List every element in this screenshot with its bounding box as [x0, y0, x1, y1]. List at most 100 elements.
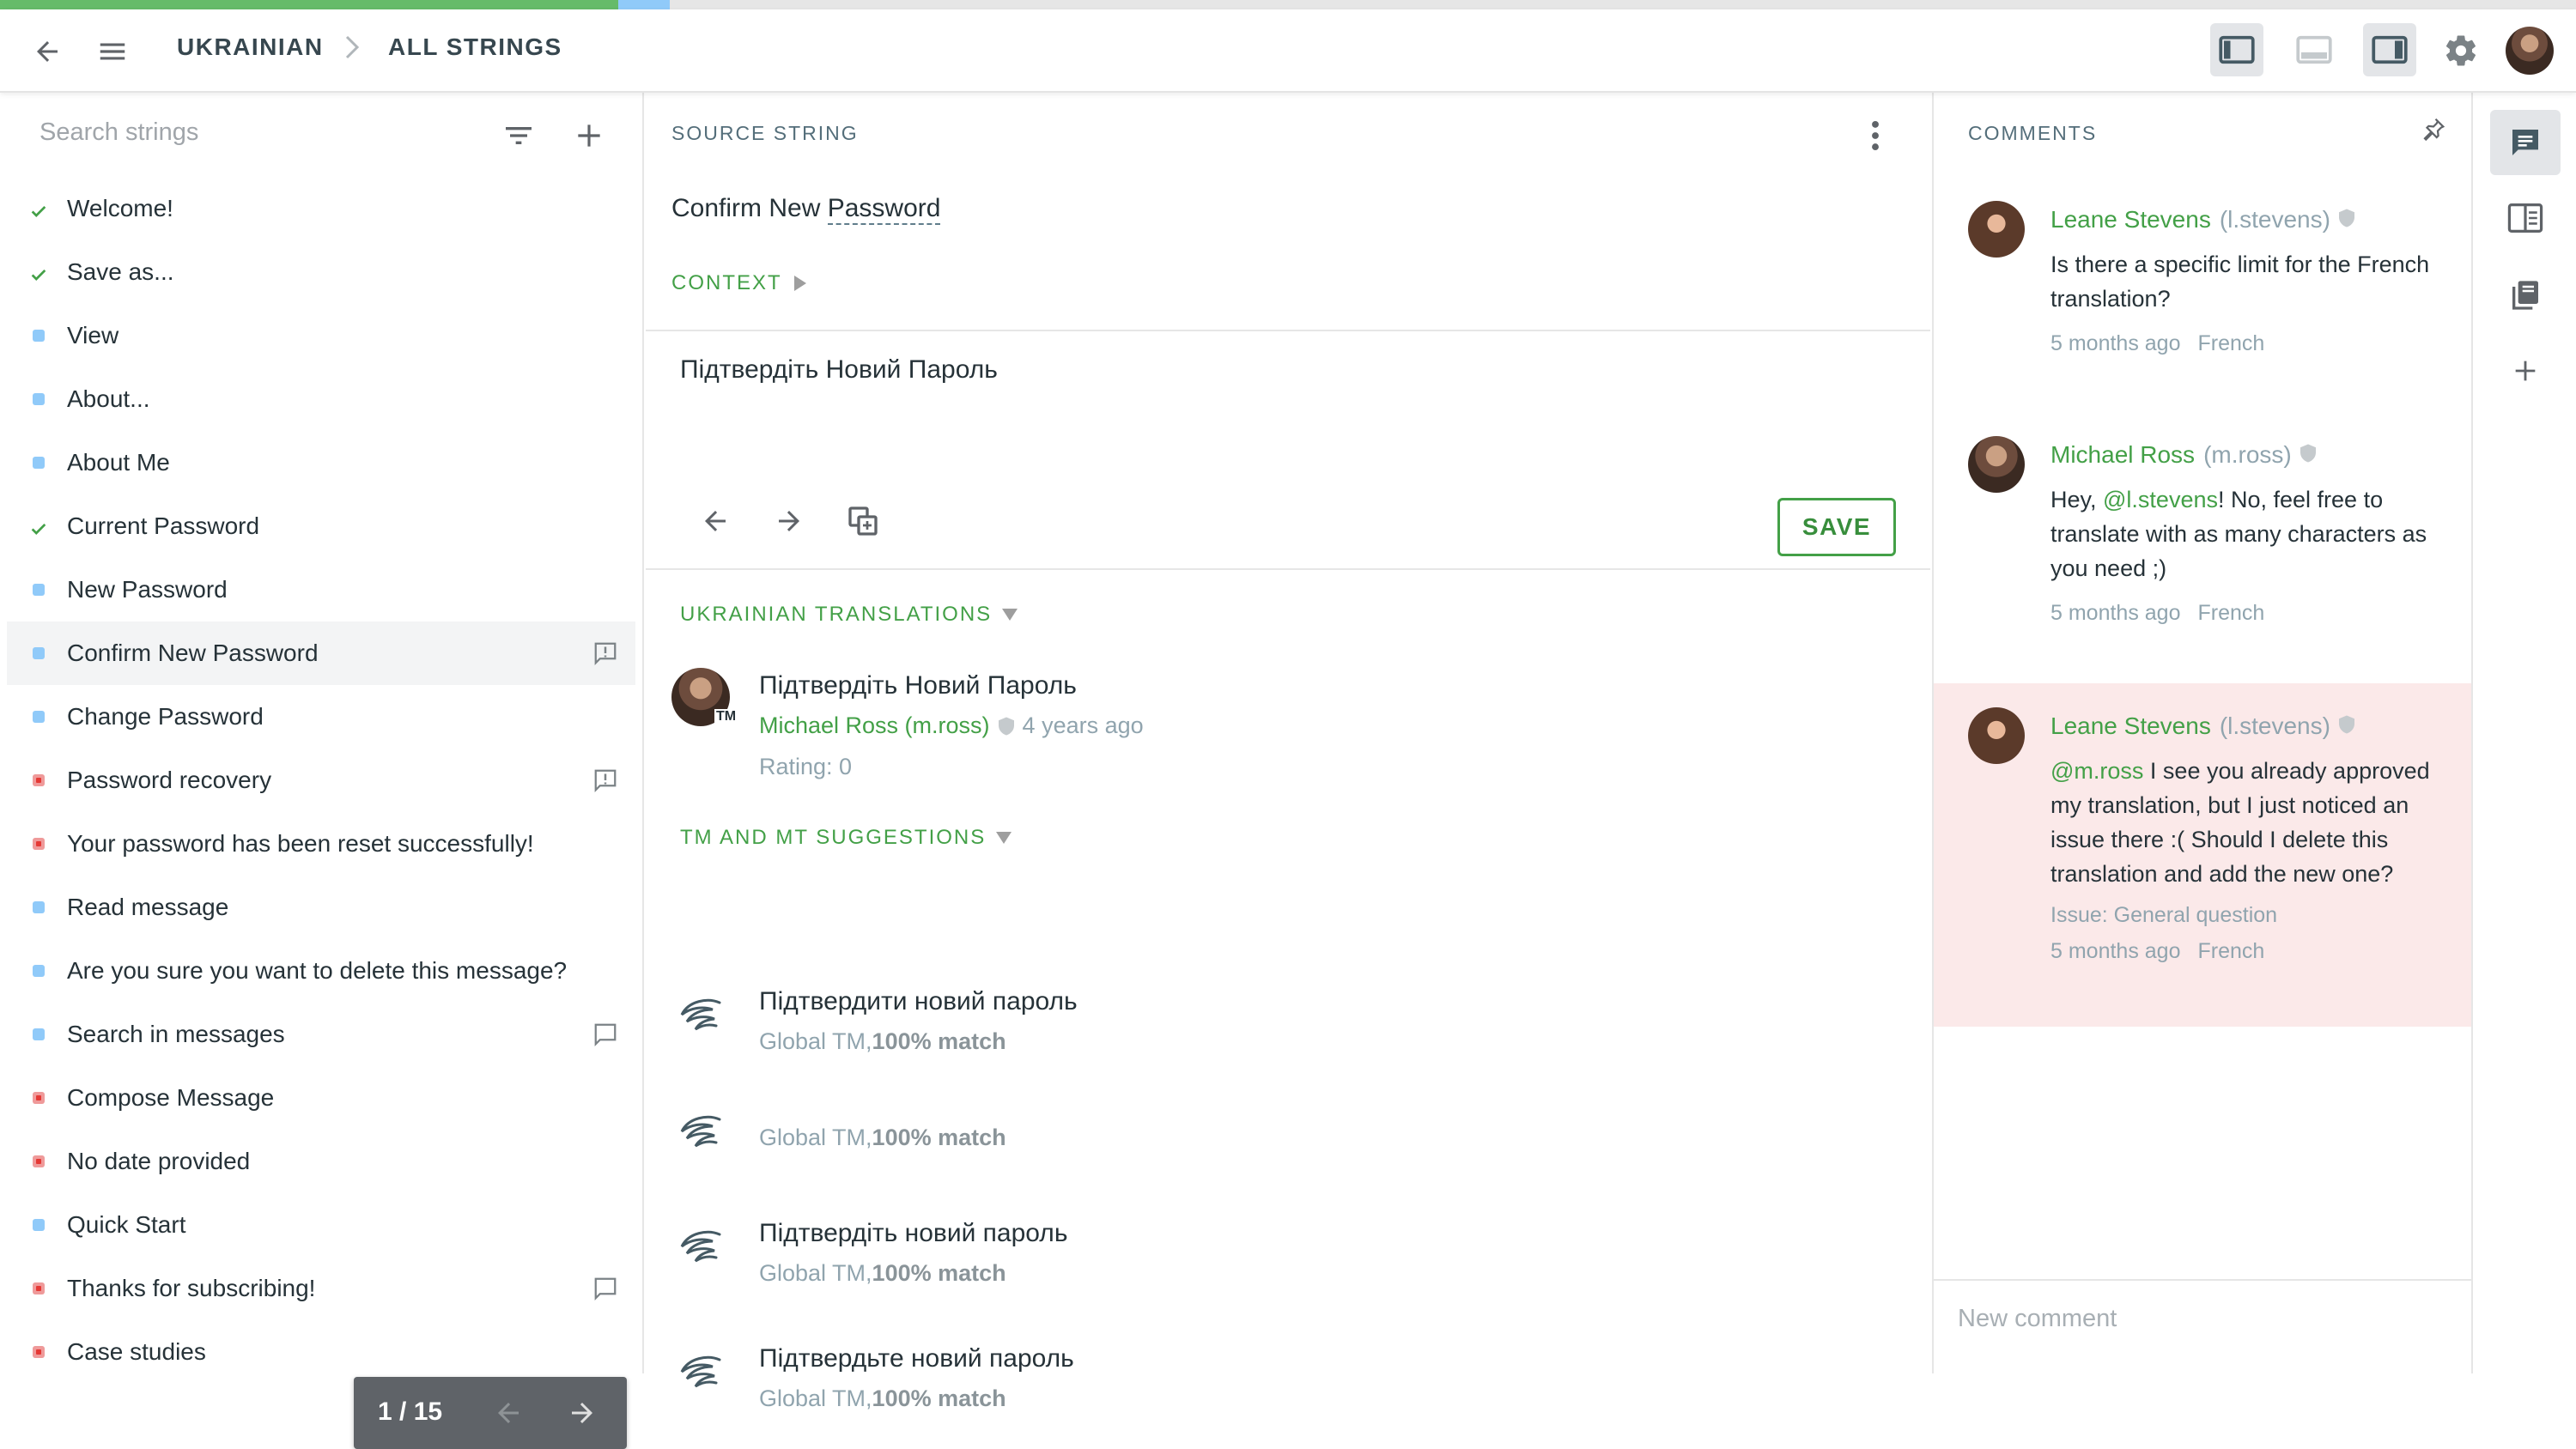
comment-author-login: (l.stevens)	[2219, 712, 2330, 739]
add-icon[interactable]	[2490, 338, 2561, 403]
comment-text: Is there a specific limit for the French…	[2050, 247, 2445, 316]
copy-source-icon[interactable]	[841, 500, 884, 543]
string-list-item[interactable]: New Password	[7, 558, 635, 621]
search-strings-input[interactable]: Search strings	[39, 118, 198, 147]
translations-section-toggle[interactable]: UKRAINIAN TRANSLATIONS	[680, 603, 1018, 627]
string-list-item[interactable]: Welcome!	[7, 177, 635, 240]
untranslated-status-icon	[33, 1092, 45, 1104]
glossary-icon[interactable]	[2490, 185, 2561, 251]
breadcrumb-view[interactable]: ALL STRINGS	[388, 33, 562, 61]
string-list-item-label: Change Password	[67, 703, 264, 730]
tm-source-logo-icon	[677, 1113, 725, 1152]
translation-rating: Rating: 0	[759, 754, 853, 779]
string-list: Welcome! Save as... View About... About Me Cu…	[7, 177, 635, 1384]
glossary-term[interactable]: Password	[827, 194, 941, 225]
layout-left-panel-icon[interactable]	[2210, 23, 2263, 76]
tm-source-logo-icon	[677, 1228, 725, 1267]
string-list-item-label: Compose Message	[67, 1084, 275, 1111]
next-string-icon[interactable]	[768, 500, 811, 543]
tm-source-logo-icon	[677, 996, 725, 1035]
translation-input[interactable]: Підтвердіть Новий Пароль	[680, 355, 1882, 441]
string-list-item-label: Password recovery	[67, 767, 272, 793]
comment-author[interactable]: Leane Stevens (l.stevens)	[2050, 206, 2354, 233]
translation-author[interactable]: Michael Ross (m.ross)	[759, 712, 990, 739]
comments-panel: COMMENTS Leane Stevens (l.stevens) Is ther…	[1932, 93, 2473, 1373]
comments-icon[interactable]	[2490, 110, 2561, 175]
save-button[interactable]: SAVE	[1777, 498, 1896, 556]
string-list-item[interactable]: Thanks for subscribing!	[7, 1257, 635, 1320]
triangle-right-icon	[793, 276, 806, 291]
string-list-item[interactable]: Password recovery	[7, 749, 635, 812]
string-list-item[interactable]: Change Password	[7, 685, 635, 749]
layout-bottom-panel-icon[interactable]	[2287, 23, 2341, 76]
untranslated-status-icon	[33, 1346, 45, 1358]
string-list-item[interactable]: Your password has been reset successfull…	[7, 812, 635, 876]
string-list-item-label: Save as...	[67, 258, 174, 285]
comment-text: Hey, @l.stevens! No, feel free to transl…	[2050, 482, 2445, 585]
divider	[646, 568, 1930, 570]
layout-right-panel-icon[interactable]	[2363, 23, 2416, 76]
add-string-icon[interactable]	[568, 115, 610, 156]
user-avatar[interactable]	[2506, 27, 2554, 75]
new-comment-input[interactable]	[1958, 1305, 2439, 1333]
suggestion-source: Global TM,	[759, 1260, 872, 1286]
suggestion-source: Global TM,	[759, 1385, 872, 1411]
comment-author-avatar	[1968, 436, 2025, 493]
string-list-item[interactable]: Save as...	[7, 240, 635, 304]
suggestions-section-toggle[interactable]: TM AND MT SUGGESTIONS	[680, 826, 1012, 850]
previous-string-icon[interactable]	[694, 500, 737, 543]
side-rail	[2475, 93, 2576, 1373]
comment-icon	[592, 1276, 618, 1307]
string-list-item[interactable]: View	[7, 304, 635, 367]
string-list-item[interactable]: Are you sure you want to delete this mes…	[7, 939, 635, 1003]
translated-status-icon	[33, 647, 45, 659]
string-list-item[interactable]: Read message	[7, 876, 635, 939]
string-list-item[interactable]: Confirm New Password	[7, 621, 635, 685]
comment-author-avatar	[1968, 707, 2025, 764]
string-list-item-label: Read message	[67, 894, 229, 920]
string-list-item[interactable]: About Me	[7, 431, 635, 494]
comment-author[interactable]: Leane Stevens (l.stevens)	[2050, 712, 2354, 740]
unpin-icon[interactable]	[2416, 112, 2451, 146]
approved-check-icon	[29, 517, 48, 536]
translated-status-icon	[33, 393, 45, 405]
pager-next-icon[interactable]	[563, 1394, 601, 1432]
back-arrow-icon[interactable]	[26, 30, 69, 73]
suggestion-text[interactable]: Підтвердьте новий пароль	[759, 1344, 1074, 1373]
untranslated-status-icon	[33, 1282, 45, 1294]
string-list-item[interactable]: Quick Start	[7, 1193, 635, 1257]
string-list-item-label: View	[67, 322, 119, 349]
pager-prev-icon[interactable]	[489, 1394, 527, 1432]
strings-panel: Search strings Welcome! Save as... View Abo…	[0, 93, 644, 1449]
comment-author-login: (m.ross)	[2203, 441, 2292, 468]
gear-icon[interactable]	[2439, 28, 2483, 73]
string-list-item[interactable]: Case studies	[7, 1320, 635, 1384]
string-list-item-label: Your password has been reset successfull…	[67, 830, 534, 857]
suggestion-text[interactable]: Підтвердити новий пароль	[759, 987, 1078, 1016]
triangle-down-icon	[1002, 609, 1018, 621]
comment-author[interactable]: Michael Ross (m.ross)	[2050, 441, 2316, 469]
string-list-item[interactable]: No date provided	[7, 1130, 635, 1193]
suggestions-title: TM AND MT SUGGESTIONS	[680, 826, 987, 849]
string-list-item[interactable]: Search in messages	[7, 1003, 635, 1066]
string-list-item[interactable]: About...	[7, 367, 635, 431]
breadcrumb-language[interactable]: UKRAINIAN	[177, 33, 324, 61]
suggestion-text[interactable]: Підтвердіть новий пароль	[759, 1219, 1067, 1248]
translated-status-icon	[33, 901, 45, 913]
context-label: CONTEXT	[671, 271, 782, 294]
comment-mention[interactable]: @m.ross	[2050, 758, 2143, 784]
tm-badge: TM	[714, 709, 738, 724]
comment-mention[interactable]: @l.stevens	[2103, 487, 2218, 512]
translations-title: UKRAINIAN TRANSLATIONS	[680, 603, 993, 626]
comment-author-name: Leane Stevens	[2050, 206, 2211, 233]
pager-count: 1 / 15	[378, 1397, 443, 1426]
comment-issue-type: Issue: General question	[2050, 903, 2278, 927]
string-list-item[interactable]: Current Password	[7, 494, 635, 558]
terms-icon[interactable]	[2490, 263, 2561, 328]
filter-icon[interactable]	[498, 115, 539, 156]
string-list-item[interactable]: Compose Message	[7, 1066, 635, 1130]
more-vert-icon[interactable]	[1858, 115, 1893, 156]
source-string-label: SOURCE STRING	[671, 122, 859, 144]
menu-icon[interactable]	[91, 30, 134, 73]
context-toggle[interactable]: CONTEXT	[671, 271, 806, 295]
